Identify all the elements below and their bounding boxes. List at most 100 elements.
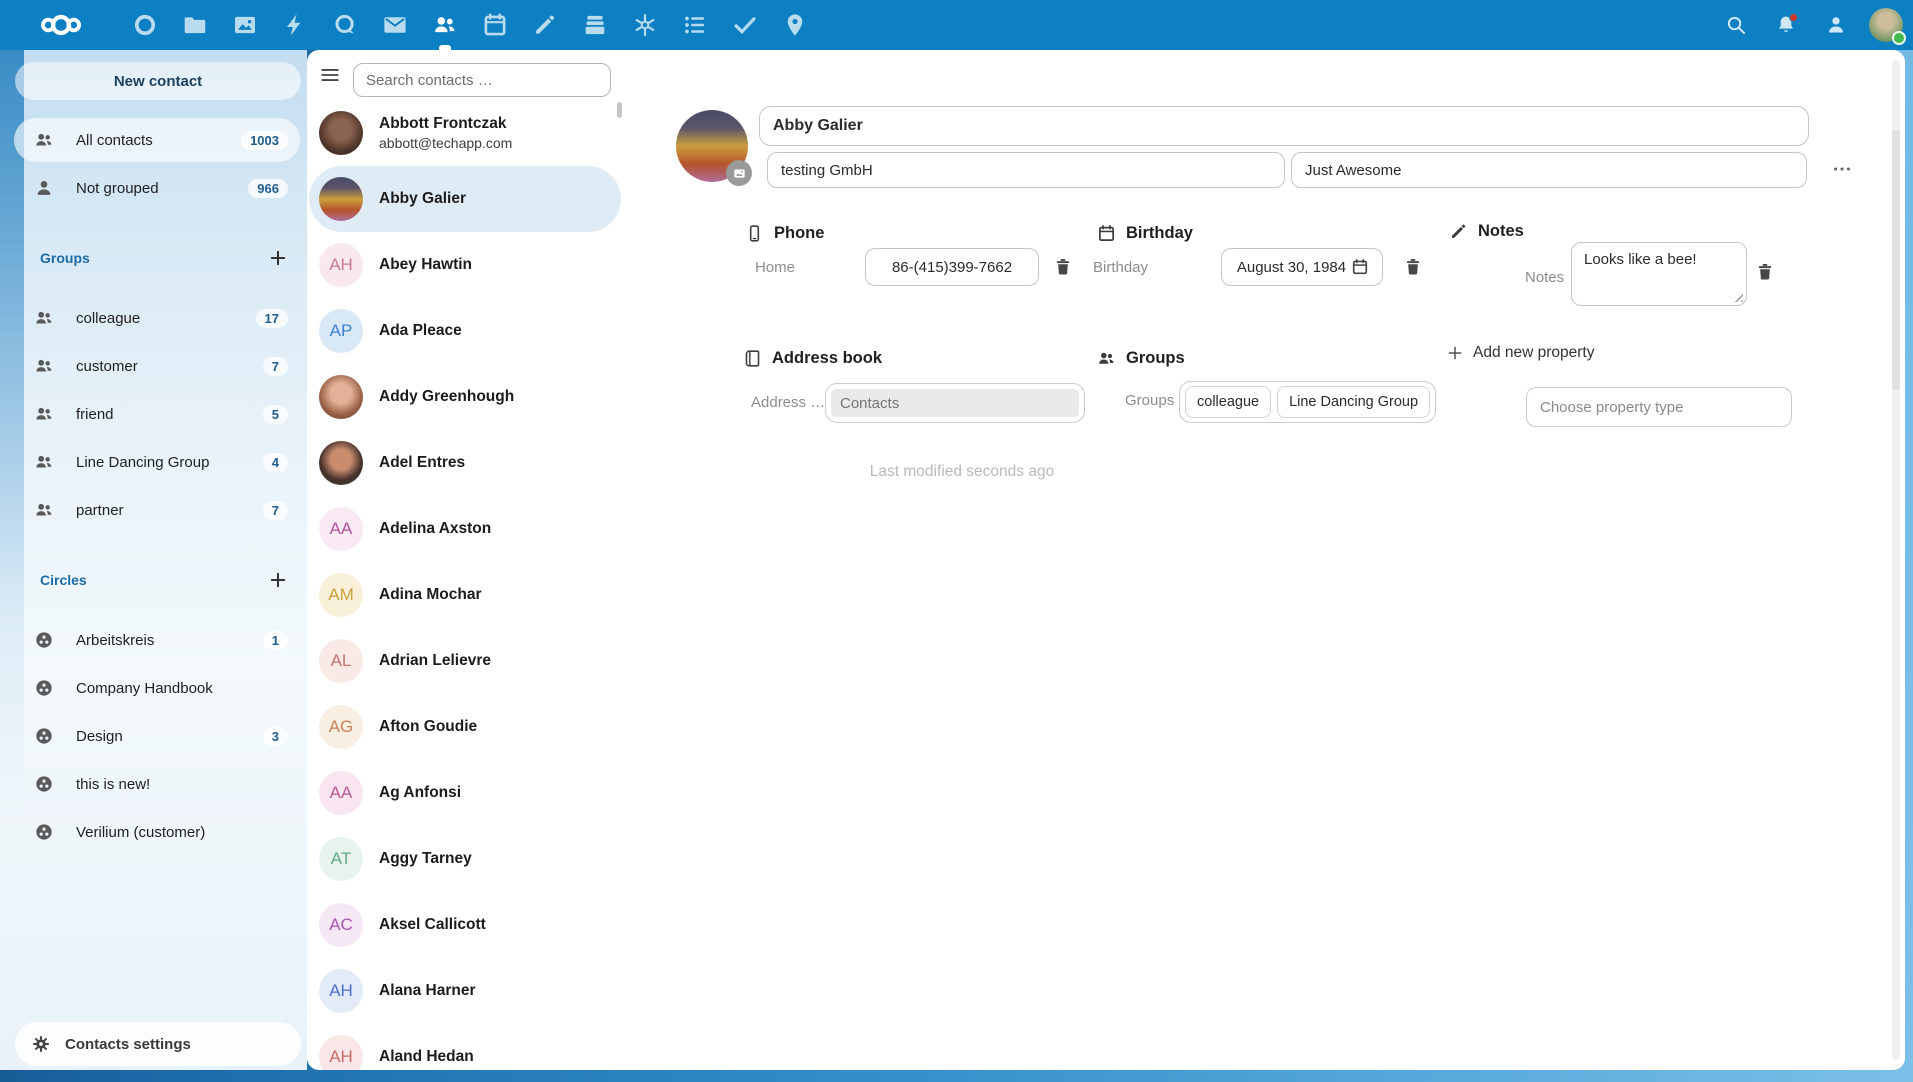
notes-section-header: Notes xyxy=(1449,218,1524,244)
contact-row[interactable]: Abby Galier xyxy=(309,166,621,232)
sidebar-item-label: Design xyxy=(76,728,123,745)
contact-job-title-input[interactable] xyxy=(1291,152,1807,188)
sidebar-item-not-grouped[interactable]: Not grouped966 xyxy=(14,166,300,210)
sidebar-item-partner[interactable]: partner 7 xyxy=(14,488,300,532)
circle-icon xyxy=(34,726,54,746)
contact-row[interactable]: ATAggy Tarney xyxy=(309,826,621,892)
contact-row[interactable]: Adel Entres xyxy=(309,430,621,496)
app-lists[interactable] xyxy=(670,0,720,50)
sidebar-item-line-dancing-group[interactable]: Line Dancing Group4 xyxy=(14,440,300,484)
contact-company-input[interactable] xyxy=(767,152,1285,188)
contact-avatar: AT xyxy=(319,837,363,881)
groups-caption: Groups xyxy=(40,250,90,266)
talk-icon xyxy=(332,12,358,38)
nextcloud-logo-icon[interactable] xyxy=(24,8,98,42)
addressbook-select[interactable]: Contacts xyxy=(825,383,1085,423)
contact-list-column: Abbott Frontczakabbott@techapp.comAbby G… xyxy=(307,50,627,1070)
app-talk[interactable] xyxy=(320,0,370,50)
sidebar-item-company-handbook[interactable]: Company Handbook xyxy=(14,666,300,710)
app-dashboard[interactable] xyxy=(120,0,170,50)
edit-avatar-button[interactable] xyxy=(726,160,752,186)
app-mail[interactable] xyxy=(370,0,420,50)
contact-row[interactable]: AHAland Hedan xyxy=(309,1024,621,1070)
topbar-right xyxy=(1715,0,1903,50)
people-icon xyxy=(1097,349,1116,368)
contact-row[interactable]: AAAg Anfonsi xyxy=(309,760,621,826)
user-avatar[interactable] xyxy=(1869,8,1903,42)
sidebar-item-label: All contacts xyxy=(76,132,153,149)
contact-row[interactable]: Addy Greenhough xyxy=(309,364,621,430)
contact-row[interactable]: AHAbey Hawtin xyxy=(309,232,621,298)
phone-value-input[interactable] xyxy=(865,248,1039,286)
delete-phone-icon[interactable] xyxy=(1053,257,1073,277)
sidebar-item-customer[interactable]: customer7 xyxy=(14,344,300,388)
sidebar-item-label: partner xyxy=(76,502,124,519)
groups-multiselect[interactable]: colleagueLine Dancing Group xyxy=(1179,381,1436,423)
phone-type-label[interactable]: Home xyxy=(755,248,795,288)
search-contacts-input[interactable] xyxy=(353,63,611,97)
sidebar-item-friend[interactable]: friend5 xyxy=(14,392,300,436)
sidebar-item-label: Line Dancing Group xyxy=(76,454,209,471)
sidebar-item-label: Verilium (customer) xyxy=(76,824,205,841)
contact-avatar: AL xyxy=(319,639,363,683)
app-photos[interactable] xyxy=(220,0,270,50)
add-group-icon[interactable] xyxy=(267,247,289,269)
contact-avatar: AC xyxy=(319,903,363,947)
contact-row[interactable]: AMAdina Mochar xyxy=(309,562,621,628)
contact-row[interactable]: ALAdrian Lelievre xyxy=(309,628,621,694)
contact-row[interactable]: Abbott Frontczakabbott@techapp.com xyxy=(309,100,621,166)
sidebar-item-all-contacts[interactable]: All contacts1003 xyxy=(14,118,300,162)
contact-avatar: AH xyxy=(319,243,363,287)
contact-row[interactable]: ACAksel Callicott xyxy=(309,892,621,958)
app-activity[interactable] xyxy=(270,0,320,50)
add-new-property-label: Add new property xyxy=(1473,344,1595,362)
circle-icon xyxy=(34,630,54,650)
app-maps[interactable] xyxy=(770,0,820,50)
sidebar-item-arbeitskreis[interactable]: Arbeitskreis1 xyxy=(14,618,300,662)
contact-row[interactable]: AHAlana Harner xyxy=(309,958,621,1024)
app-collectives[interactable] xyxy=(620,0,670,50)
date-picker-icon[interactable] xyxy=(1351,258,1369,276)
birthday-type-label[interactable]: Birthday xyxy=(1093,248,1148,288)
addressbook-section-header: Address book xyxy=(743,345,882,371)
contacts-menu-button[interactable] xyxy=(1815,0,1857,50)
count-badge: 7 xyxy=(263,501,288,520)
unified-search-button[interactable] xyxy=(1715,0,1757,50)
group-chip[interactable]: colleague xyxy=(1185,386,1271,418)
sidebar-item-this-is-new-[interactable]: this is new! xyxy=(14,762,300,806)
hamburger-menu-icon[interactable] xyxy=(319,64,341,86)
choose-property-type-select[interactable]: Choose property type xyxy=(1526,387,1792,427)
groups-header-label: Groups xyxy=(1126,349,1185,368)
contact-row[interactable]: AAAdelina Axston xyxy=(309,496,621,562)
app-contacts[interactable] xyxy=(420,0,470,50)
contact-row[interactable]: APAda Pleace xyxy=(309,298,621,364)
notifications-button[interactable] xyxy=(1765,0,1807,50)
app-files[interactable] xyxy=(170,0,220,50)
people-icon xyxy=(34,500,54,520)
add-circle-icon[interactable] xyxy=(267,569,289,591)
app-calendar[interactable] xyxy=(470,0,520,50)
sidebar-item-colleague[interactable]: colleague17 xyxy=(14,296,300,340)
add-new-property-button[interactable]: Add new property xyxy=(1445,343,1595,363)
notes-textarea[interactable]: Looks like a bee! xyxy=(1571,242,1747,306)
book-icon xyxy=(743,349,762,368)
detail-scrollbar[interactable] xyxy=(1892,60,1900,1060)
collectives-icon xyxy=(632,12,658,38)
app-tasks[interactable] xyxy=(720,0,770,50)
contact-row-text: Ada Pleace xyxy=(379,322,462,340)
group-chip[interactable]: Line Dancing Group xyxy=(1277,386,1430,418)
app-menu xyxy=(120,0,820,50)
contacts-settings-button[interactable]: Contacts settings xyxy=(15,1022,301,1066)
sidebar-item-design[interactable]: Design3 xyxy=(14,714,300,758)
contact-name-input[interactable] xyxy=(759,106,1809,146)
app-deck[interactable] xyxy=(570,0,620,50)
lists-icon xyxy=(682,12,708,38)
app-notes[interactable] xyxy=(520,0,570,50)
contact-actions-menu-button[interactable] xyxy=(1825,152,1859,186)
new-contact-button[interactable]: New contact xyxy=(15,62,301,100)
contact-row-text: Afton Goudie xyxy=(379,718,477,736)
contact-row[interactable]: AGAfton Goudie xyxy=(309,694,621,760)
sidebar-item-verilium-customer-[interactable]: Verilium (customer) xyxy=(14,810,300,854)
delete-notes-icon[interactable] xyxy=(1755,262,1775,282)
delete-birthday-icon[interactable] xyxy=(1403,257,1423,277)
